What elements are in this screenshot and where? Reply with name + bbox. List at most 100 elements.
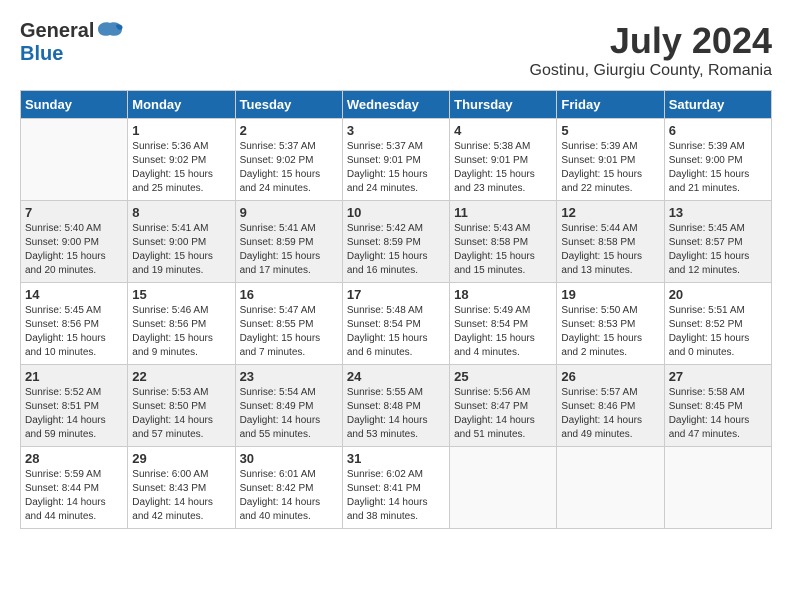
- day-info: Sunrise: 5:49 AM Sunset: 8:54 PM Dayligh…: [454, 304, 552, 360]
- day-number: 2: [240, 123, 338, 138]
- day-number: 24: [347, 369, 445, 384]
- day-number: 18: [454, 287, 552, 302]
- day-number: 11: [454, 205, 552, 220]
- day-info: Sunrise: 5:43 AM Sunset: 8:58 PM Dayligh…: [454, 222, 552, 278]
- calendar-cell: 10Sunrise: 5:42 AM Sunset: 8:59 PM Dayli…: [342, 201, 449, 283]
- weekday-header-row: SundayMondayTuesdayWednesdayThursdayFrid…: [21, 91, 772, 119]
- day-number: 25: [454, 369, 552, 384]
- weekday-header-friday: Friday: [557, 91, 664, 119]
- day-number: 14: [25, 287, 123, 302]
- calendar-cell: 3Sunrise: 5:37 AM Sunset: 9:01 PM Daylig…: [342, 119, 449, 201]
- calendar-cell: 1Sunrise: 5:36 AM Sunset: 9:02 PM Daylig…: [128, 119, 235, 201]
- calendar-cell: [450, 447, 557, 529]
- day-number: 31: [347, 451, 445, 466]
- calendar-cell: 29 Sunrise: 6:00 AM Sunset: 8:43 PM Dayli…: [128, 447, 235, 529]
- logo: General Blue: [20, 20, 124, 66]
- day-info: Sunrise: 6:00 AM Sunset: 8:43 PM Dayligh…: [132, 468, 230, 524]
- day-info: Sunrise: 5:40 AM Sunset: 9:00 PM Dayligh…: [25, 222, 123, 278]
- calendar-cell: 17Sunrise: 5:48 AM Sunset: 8:54 PM Dayli…: [342, 283, 449, 365]
- calendar-cell: 26 Sunrise: 5:57 AM Sunset: 8:46 PM Dayli…: [557, 365, 664, 447]
- day-info: Sunrise: 6:01 AM Sunset: 8:42 PM Dayligh…: [240, 468, 338, 524]
- day-number: 20: [669, 287, 767, 302]
- calendar-cell: 21Sunrise: 5:52 AM Sunset: 8:51 PM Dayli…: [21, 365, 128, 447]
- calendar-cell: 18 Sunrise: 5:49 AM Sunset: 8:54 PM Dayli…: [450, 283, 557, 365]
- calendar-week-row: 14 Sunrise: 5:45 AM Sunset: 8:56 PM Dayli…: [21, 283, 772, 365]
- calendar-cell: 7 Sunrise: 5:40 AM Sunset: 9:00 PM Daylig…: [21, 201, 128, 283]
- calendar-week-row: 28 Sunrise: 5:59 AM Sunset: 8:44 PM Dayli…: [21, 447, 772, 529]
- day-info: Sunrise: 5:46 AM Sunset: 8:56 PM Dayligh…: [132, 304, 230, 360]
- weekday-header-monday: Monday: [128, 91, 235, 119]
- day-number: 29: [132, 451, 230, 466]
- day-info: Sunrise: 5:37 AM Sunset: 9:02 PM Dayligh…: [240, 140, 338, 196]
- calendar: SundayMondayTuesdayWednesdayThursdayFrid…: [20, 90, 772, 529]
- day-info: Sunrise: 5:53 AM Sunset: 8:50 PM Dayligh…: [132, 386, 230, 442]
- day-number: 26: [561, 369, 659, 384]
- calendar-cell: 22Sunrise: 5:53 AM Sunset: 8:50 PM Dayli…: [128, 365, 235, 447]
- day-number: 8: [132, 205, 230, 220]
- weekday-header-wednesday: Wednesday: [342, 91, 449, 119]
- calendar-cell: 28 Sunrise: 5:59 AM Sunset: 8:44 PM Dayli…: [21, 447, 128, 529]
- location-title: Gostinu, Giurgiu County, Romania: [530, 62, 772, 80]
- day-number: 19: [561, 287, 659, 302]
- day-info: Sunrise: 5:50 AM Sunset: 8:53 PM Dayligh…: [561, 304, 659, 360]
- calendar-cell: 19 Sunrise: 5:50 AM Sunset: 8:53 PM Dayli…: [557, 283, 664, 365]
- calendar-cell: 30Sunrise: 6:01 AM Sunset: 8:42 PM Dayli…: [235, 447, 342, 529]
- day-number: 9: [240, 205, 338, 220]
- day-number: 15: [132, 287, 230, 302]
- weekday-header-thursday: Thursday: [450, 91, 557, 119]
- day-number: 13: [669, 205, 767, 220]
- calendar-week-row: 21Sunrise: 5:52 AM Sunset: 8:51 PM Dayli…: [21, 365, 772, 447]
- day-number: 4: [454, 123, 552, 138]
- calendar-cell: 20 Sunrise: 5:51 AM Sunset: 8:52 PM Dayli…: [664, 283, 771, 365]
- calendar-cell: 9 Sunrise: 5:41 AM Sunset: 8:59 PM Daylig…: [235, 201, 342, 283]
- month-title: July 2024: [530, 20, 772, 62]
- calendar-cell: 25 Sunrise: 5:56 AM Sunset: 8:47 PM Dayli…: [450, 365, 557, 447]
- day-number: 28: [25, 451, 123, 466]
- calendar-cell: 24 Sunrise: 5:55 AM Sunset: 8:48 PM Dayli…: [342, 365, 449, 447]
- day-info: Sunrise: 5:56 AM Sunset: 8:47 PM Dayligh…: [454, 386, 552, 442]
- day-number: 1: [132, 123, 230, 138]
- header: General Blue July 2024 Gostinu, Giurgiu …: [20, 20, 772, 80]
- logo-general-text: General: [20, 20, 94, 43]
- title-area: July 2024 Gostinu, Giurgiu County, Roman…: [530, 20, 772, 80]
- calendar-cell: 8 Sunrise: 5:41 AM Sunset: 9:00 PM Daylig…: [128, 201, 235, 283]
- weekday-header-sunday: Sunday: [21, 91, 128, 119]
- day-number: 10: [347, 205, 445, 220]
- day-number: 6: [669, 123, 767, 138]
- day-number: 23: [240, 369, 338, 384]
- calendar-week-row: 7 Sunrise: 5:40 AM Sunset: 9:00 PM Daylig…: [21, 201, 772, 283]
- day-number: 7: [25, 205, 123, 220]
- day-info: Sunrise: 5:44 AM Sunset: 8:58 PM Dayligh…: [561, 222, 659, 278]
- day-info: Sunrise: 5:54 AM Sunset: 8:49 PM Dayligh…: [240, 386, 338, 442]
- day-number: 27: [669, 369, 767, 384]
- calendar-cell: 23 Sunrise: 5:54 AM Sunset: 8:49 PM Dayli…: [235, 365, 342, 447]
- day-info: Sunrise: 5:41 AM Sunset: 9:00 PM Dayligh…: [132, 222, 230, 278]
- calendar-cell: [21, 119, 128, 201]
- calendar-cell: 12 Sunrise: 5:44 AM Sunset: 8:58 PM Dayli…: [557, 201, 664, 283]
- calendar-cell: 11 Sunrise: 5:43 AM Sunset: 8:58 PM Dayli…: [450, 201, 557, 283]
- calendar-cell: 14 Sunrise: 5:45 AM Sunset: 8:56 PM Dayli…: [21, 283, 128, 365]
- day-info: Sunrise: 5:41 AM Sunset: 8:59 PM Dayligh…: [240, 222, 338, 278]
- day-info: Sunrise: 5:47 AM Sunset: 8:55 PM Dayligh…: [240, 304, 338, 360]
- day-info: Sunrise: 5:38 AM Sunset: 9:01 PM Dayligh…: [454, 140, 552, 196]
- calendar-cell: 4 Sunrise: 5:38 AM Sunset: 9:01 PM Daylig…: [450, 119, 557, 201]
- calendar-cell: 2 Sunrise: 5:37 AM Sunset: 9:02 PM Daylig…: [235, 119, 342, 201]
- day-info: Sunrise: 5:45 AM Sunset: 8:56 PM Dayligh…: [25, 304, 123, 360]
- day-info: Sunrise: 5:55 AM Sunset: 8:48 PM Dayligh…: [347, 386, 445, 442]
- weekday-header-tuesday: Tuesday: [235, 91, 342, 119]
- logo-bird-icon: [96, 21, 124, 43]
- logo-blue-text: Blue: [20, 43, 63, 66]
- calendar-cell: 15 Sunrise: 5:46 AM Sunset: 8:56 PM Dayli…: [128, 283, 235, 365]
- calendar-cell: 13Sunrise: 5:45 AM Sunset: 8:57 PM Dayli…: [664, 201, 771, 283]
- calendar-cell: 5Sunrise: 5:39 AM Sunset: 9:01 PM Daylig…: [557, 119, 664, 201]
- weekday-header-saturday: Saturday: [664, 91, 771, 119]
- day-info: Sunrise: 5:52 AM Sunset: 8:51 PM Dayligh…: [25, 386, 123, 442]
- calendar-cell: [664, 447, 771, 529]
- day-number: 12: [561, 205, 659, 220]
- day-info: Sunrise: 5:57 AM Sunset: 8:46 PM Dayligh…: [561, 386, 659, 442]
- day-number: 16: [240, 287, 338, 302]
- day-info: Sunrise: 5:59 AM Sunset: 8:44 PM Dayligh…: [25, 468, 123, 524]
- day-info: Sunrise: 6:02 AM Sunset: 8:41 PM Dayligh…: [347, 468, 445, 524]
- calendar-cell: [557, 447, 664, 529]
- day-info: Sunrise: 5:51 AM Sunset: 8:52 PM Dayligh…: [669, 304, 767, 360]
